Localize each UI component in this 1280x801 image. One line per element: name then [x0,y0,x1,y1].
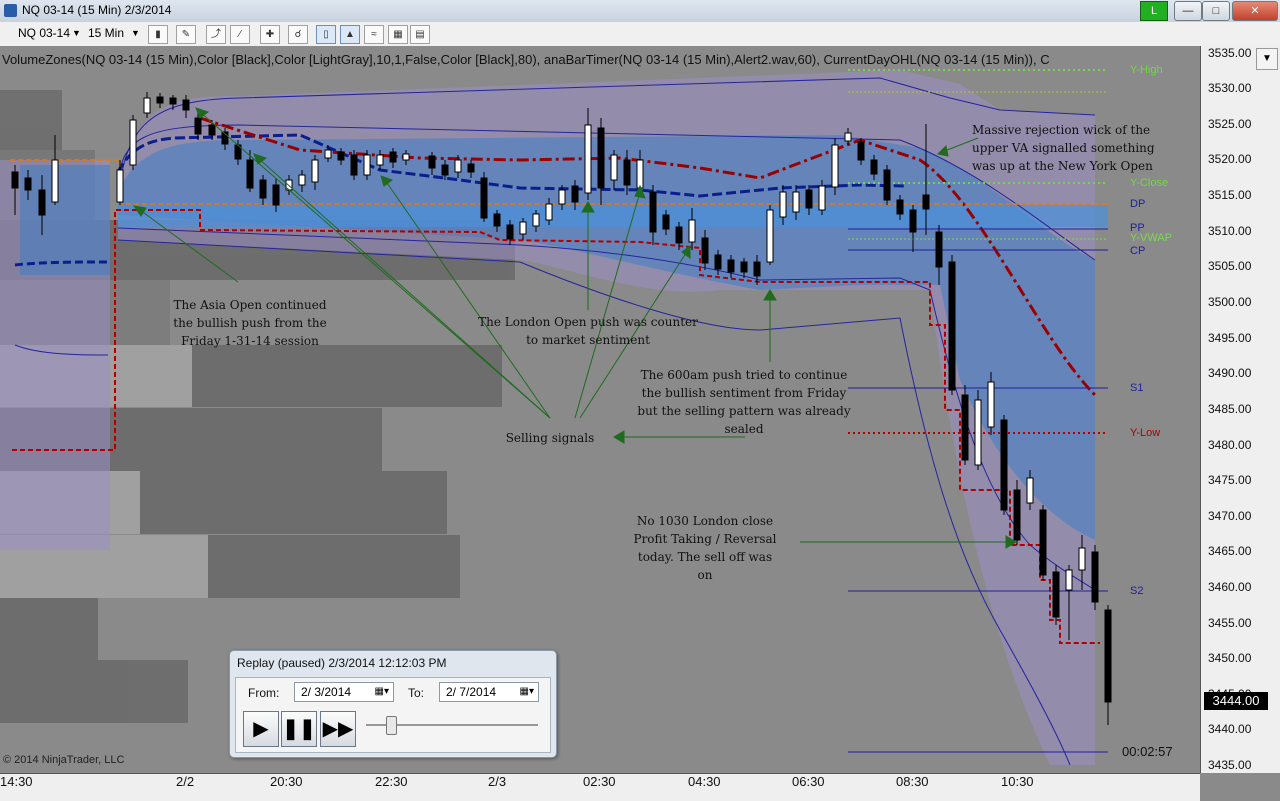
replay-controls: From: 2/ 3/2014 ▦▾ To: 2/ 7/2014 ▦▾ ▶ ❚❚… [235,677,551,753]
annotation-rejection-wick: Massive rejection wick of the upper VA s… [972,123,1155,173]
chart-style-icon[interactable]: ▮ [148,25,168,44]
close-button[interactable]: ✕ [1232,1,1278,21]
to-label: To: [408,686,425,700]
time-label: 2/3 [488,774,507,789]
price-label: 3460.00 [1208,580,1252,594]
price-label: 3495.00 [1208,331,1252,345]
annotation-selling-signals: Selling signals [505,431,595,445]
play-button[interactable]: ▶ [243,711,279,747]
price-label: 3520.00 [1208,152,1252,166]
level-y-high: Y-High [1130,64,1163,76]
replay-panel: Replay (paused) 2/3/2014 12:12:03 PM Fro… [229,650,557,758]
zoom-icon[interactable]: ☌ [288,25,308,44]
price-label: 3530.00 [1208,81,1252,95]
price-label: 3465.00 [1208,544,1252,558]
copyright-text: © 2014 NinjaTrader, LLC [3,754,125,766]
to-date-value: 2/ 7/2014 [446,685,497,699]
price-label: 3535.00 [1208,46,1252,60]
calendar-icon[interactable]: ▦▾ [375,683,389,701]
bars-icon[interactable]: ▯ [316,25,336,44]
price-label: 3450.00 [1208,651,1252,665]
bar-timer: 00:02:57 [1122,744,1173,759]
chevron-down-icon[interactable]: ▼ [131,25,140,42]
annotation-asia-open: The Asia Open continued the bullish push… [173,298,327,348]
price-label: 3525.00 [1208,117,1252,131]
price-label: 3470.00 [1208,509,1252,523]
price-label: 3455.00 [1208,616,1252,630]
title-bar: NQ 03-14 (15 Min) 2/3/2014 L — □ ✕ [0,0,1280,23]
time-label: 02:30 [583,774,616,789]
pause-icon: ❚❚ [282,718,316,740]
connection-status-badge: L [1140,1,1168,21]
app-icon [4,4,17,17]
calendar-icon[interactable]: ▦▾ [520,683,534,701]
level-dp: DP [1130,198,1146,210]
price-label: 3480.00 [1208,438,1252,452]
time-label: 20:30 [270,774,303,789]
level-y-low: Y-Low [1130,427,1161,439]
instrument-selector[interactable]: NQ 03-14 [18,25,70,42]
properties-icon[interactable]: ▤ [410,25,430,44]
interval-selector[interactable]: 15 Min [88,25,124,42]
price-label: 3510.00 [1208,224,1252,238]
pencil-icon[interactable]: ✎ [176,25,196,44]
replay-speed-slider[interactable] [386,716,397,735]
data-box-icon[interactable]: ▦ [388,25,408,44]
from-label: From: [248,686,280,700]
line-tool-icon[interactable]: ∕ [230,25,250,44]
price-label: 3515.00 [1208,188,1252,202]
indicator-list: VolumeZones(NQ 03-14 (15 Min),Color [Bla… [2,52,1050,67]
from-date-picker[interactable]: 2/ 3/2014 ▦▾ [294,682,394,702]
from-date-value: 2/ 3/2014 [301,685,352,699]
price-label: 3435.00 [1208,758,1252,772]
fast-forward-icon: ▶▶ [322,718,354,740]
time-label: 2/2 [176,774,195,789]
annotation-1030-close: No 1030 London close Profit Taking / Rev… [633,514,777,582]
level-y-vwap: Y-VWAP [1130,232,1172,244]
draw-tool-icon[interactable]: ⤴ [206,25,226,44]
strategies-icon[interactable]: ≈ [364,25,384,44]
price-label: 3475.00 [1208,473,1252,487]
price-label: 3500.00 [1208,295,1252,309]
price-chart[interactable]: VolumeZones(NQ 03-14 (15 Min),Color [Bla… [0,46,1200,773]
annotation-london-open: The London Open push was counter to mark… [478,315,698,347]
play-icon: ▶ [253,718,269,740]
price-label: 3440.00 [1208,722,1252,736]
window-title: NQ 03-14 (15 Min) 2/3/2014 [22,3,172,17]
chevron-down-icon[interactable]: ▼ [72,25,81,42]
time-label: 04:30 [688,774,721,789]
to-date-picker[interactable]: 2/ 7/2014 ▦▾ [439,682,539,702]
price-label: 3505.00 [1208,259,1252,273]
crosshair-icon[interactable]: ✚ [260,25,280,44]
minimize-button[interactable]: — [1174,1,1202,21]
current-price-marker: 3444.00 [1204,692,1268,710]
axis-menu-chevron-icon[interactable]: ▼ [1256,48,1278,70]
price-label: 3485.00 [1208,402,1252,416]
price-label: 3490.00 [1208,366,1252,380]
level-s2: S2 [1130,585,1144,597]
level-cp: CP [1130,245,1146,257]
fast-forward-button[interactable]: ▶▶ [320,711,356,747]
level-s1: S1 [1130,382,1144,394]
level-y-close: Y-Close [1130,177,1169,189]
time-label: 22:30 [375,774,408,789]
indicators-icon[interactable]: ▲ [340,25,360,44]
annotation-600am-push: The 600am push tried to continue the bul… [637,368,851,436]
chart-toolbar: NQ 03-14 ▼ 15 Min ▼ ▮ ✎ ⤴ ∕ ✚ ☌ ▯ ▲ ≈ ▦ … [0,22,1280,47]
time-label: 10:30 [1001,774,1034,789]
pause-button[interactable]: ❚❚ [281,711,317,747]
maximize-button[interactable]: □ [1202,1,1230,21]
replay-title: Replay (paused) 2/3/2014 12:12:03 PM [237,656,447,670]
time-label: 08:30 [896,774,929,789]
time-label: 06:30 [792,774,825,789]
time-label: 14:30 [0,774,33,789]
